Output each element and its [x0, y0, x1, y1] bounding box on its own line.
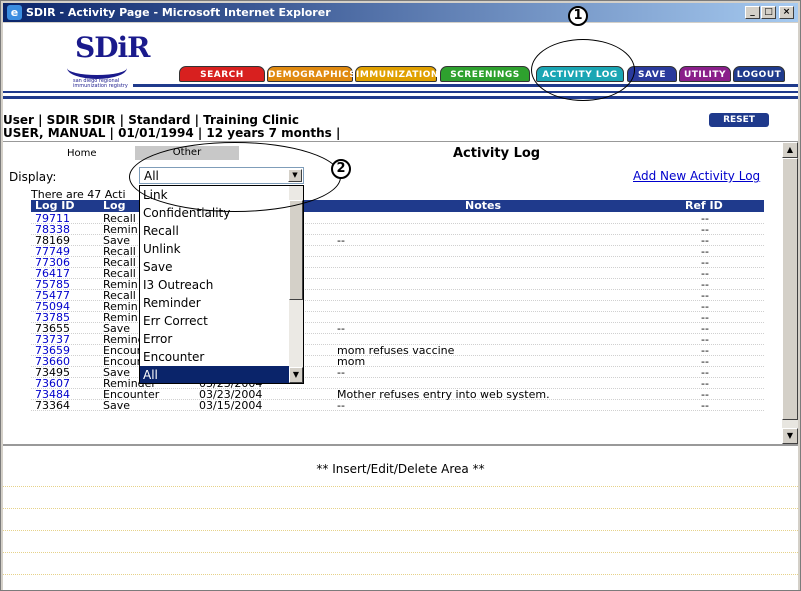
logo-swoosh — [67, 57, 127, 79]
table-row: 73484 Encounter 03/23/2004 Mother refuses e… — [31, 389, 764, 400]
window-title: SDIR - Activity Page - Microsoft Interne… — [26, 6, 331, 19]
column-notes: Notes — [465, 199, 502, 212]
callout-ellipse-activity-log — [531, 39, 635, 101]
notes-cell: -- — [337, 234, 345, 247]
tab-label: UTILITY — [683, 70, 727, 80]
scroll-up-button[interactable]: ▲ — [782, 142, 798, 158]
dropdown-scrollbar[interactable]: ▼ — [289, 186, 303, 383]
insert-edit-delete-area: ** Insert/Edit/Delete Area ** — [3, 444, 798, 590]
tab-label: DEMOGRAPHICS — [268, 70, 357, 80]
patient-info: USER, MANUAL | 01/01/1994 | 12 years 7 m… — [3, 126, 341, 140]
ie-icon: e — [7, 5, 22, 20]
home-link[interactable]: Home — [67, 148, 97, 159]
dropdown-option[interactable]: Encounter — [140, 348, 289, 366]
notes-cell: -- — [337, 366, 345, 379]
notes-cell: Mother refuses entry into web system. — [337, 388, 550, 401]
callout-number-1: 1 — [568, 6, 588, 26]
page-content: SDiR san diego regional immunization reg… — [3, 23, 798, 590]
reset-button[interactable]: RESET — [709, 113, 769, 127]
dropdown-option[interactable]: Reminder — [140, 294, 289, 312]
page-scrollbar[interactable]: ▲ ▼ — [782, 142, 798, 444]
ruled-line — [3, 530, 798, 531]
callout-ellipse-display — [129, 142, 341, 212]
tab-search[interactable]: SEARCH — [179, 66, 265, 82]
table-row: 73364 Save 03/15/2004 -- -- — [31, 400, 764, 411]
dropdown-option[interactable]: I3 Outreach — [140, 276, 289, 294]
dropdown-option[interactable]: Unlink — [140, 240, 289, 258]
log-date-cell: 03/15/2004 — [199, 399, 263, 412]
ruled-line — [3, 552, 798, 553]
close-button[interactable]: × — [779, 6, 794, 19]
page-title: Activity Log — [453, 146, 541, 161]
notes-cell: -- — [337, 399, 345, 412]
header-stripe — [3, 96, 798, 99]
log-id-cell: 73364 — [35, 399, 70, 412]
maximize-button[interactable]: □ — [761, 6, 776, 19]
ruled-line — [3, 574, 798, 575]
dropdown-option[interactable]: All — [140, 366, 289, 383]
user-info: User | SDIR SDIR | Standard | Training C… — [3, 113, 299, 127]
dropdown-scroll-thumb[interactable] — [289, 200, 303, 300]
logo-subtitle: san diego regional immunization registry — [73, 78, 128, 89]
dropdown-option[interactable]: Save — [140, 258, 289, 276]
tab-label: LOGOUT — [736, 70, 782, 80]
ruled-line — [3, 486, 798, 487]
sdir-logo: SDiR san diego regional immunization reg… — [67, 31, 150, 95]
tab-logout[interactable]: LOGOUT — [733, 66, 785, 82]
dropdown-option[interactable]: Err Correct — [140, 312, 289, 330]
tab-label: SEARCH — [200, 70, 244, 80]
callout-number-2: 2 — [331, 159, 351, 179]
header-stripe — [133, 84, 798, 87]
minimize-button[interactable]: _ — [745, 6, 760, 19]
tab-screenings[interactable]: SCREENINGS — [440, 66, 530, 82]
tab-demographics[interactable]: DEMOGRAPHICS — [267, 66, 357, 82]
display-label: Display: — [9, 170, 57, 184]
tab-label: SCREENINGS — [450, 70, 520, 80]
ref-id-cell: -- — [701, 399, 709, 412]
title-bar: e SDIR - Activity Page - Microsoft Inter… — [3, 3, 798, 22]
ruled-line — [3, 508, 798, 509]
column-ref-id: Ref ID — [685, 199, 723, 212]
dropdown-option[interactable]: Error — [140, 330, 289, 348]
tab-immunization[interactable]: IMMUNIZATION — [355, 66, 439, 82]
tab-utility[interactable]: UTILITY — [679, 66, 731, 82]
dropdown-option[interactable]: Recall — [140, 222, 289, 240]
browser-window: e SDIR - Activity Page - Microsoft Inter… — [0, 0, 801, 591]
notes-cell: -- — [337, 322, 345, 335]
log-type-cell: Save — [103, 399, 131, 412]
column-log-id: Log ID — [35, 199, 75, 212]
header-stripe — [3, 91, 798, 93]
header: SDiR san diego regional immunization reg… — [3, 23, 798, 104]
dropdown-scroll-down[interactable]: ▼ — [289, 367, 303, 383]
activity-panel: Home Other Activity Log Display: Add New… — [3, 141, 798, 444]
add-activity-log-link[interactable]: Add New Activity Log — [633, 169, 760, 183]
tab-label: IMMUNIZATION — [356, 70, 439, 80]
tab-label: SAVE — [638, 70, 666, 80]
scroll-down-button[interactable]: ▼ — [782, 428, 798, 444]
column-log-type: Log — [103, 199, 126, 212]
scroll-thumb[interactable] — [782, 158, 798, 420]
area-label: ** Insert/Edit/Delete Area ** — [316, 462, 485, 476]
dropdown-options: Link Confidentiality Recall Unlink Save I3 Ou… — [140, 186, 289, 383]
display-dropdown-list[interactable]: Link Confidentiality Recall Unlink Save I3 Ou… — [139, 185, 304, 384]
